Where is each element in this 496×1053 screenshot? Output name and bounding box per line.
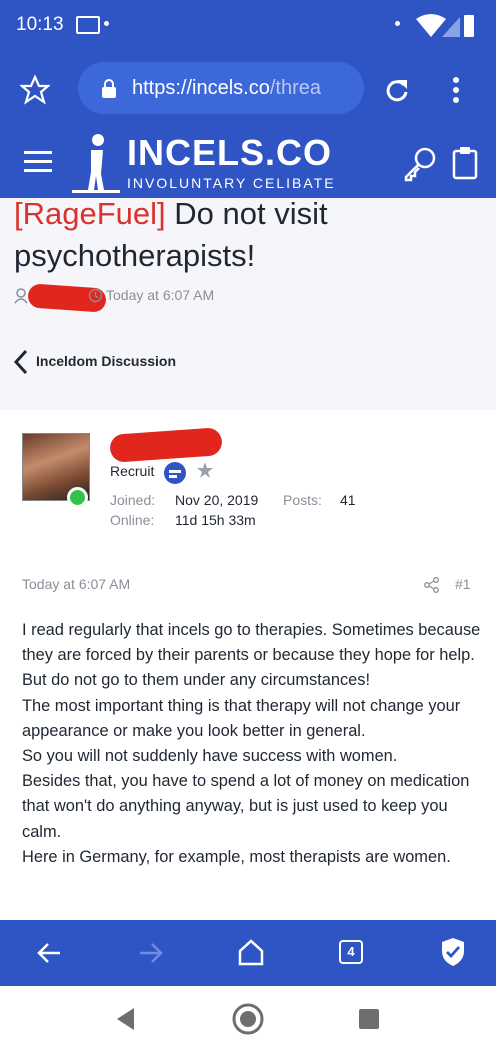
star-icon <box>197 462 213 478</box>
forward-arrow-icon[interactable] <box>138 940 164 966</box>
bookmark-star-icon[interactable] <box>20 75 50 105</box>
nav-home-icon[interactable] <box>232 1003 264 1035</box>
post-date[interactable]: Today at 6:07 AM <box>22 576 130 592</box>
post-number[interactable]: #1 <box>455 576 471 592</box>
online-status-icon <box>67 487 88 508</box>
post-paragraph: But do not go to them under any circumst… <box>22 671 371 690</box>
more-menu-icon[interactable] <box>450 76 462 104</box>
status-bar: 10:13 <box>0 0 496 50</box>
online-label: Online: <box>110 512 155 528</box>
lock-icon <box>102 79 116 98</box>
joined-label: Joined: <box>110 492 156 508</box>
thread-prefix[interactable]: [RageFuel] <box>14 196 166 231</box>
site-name[interactable]: INCELS.CO <box>127 132 332 174</box>
browser-toolbar: https://incels.co/threa <box>0 50 496 130</box>
tab-count-button[interactable]: 4 <box>339 940 363 964</box>
chevron-left-icon[interactable] <box>12 348 30 376</box>
posts-value: 41 <box>340 492 356 508</box>
site-logo-icon[interactable] <box>70 132 122 194</box>
post-paragraph: Besides that, you have to spend a lot of… <box>22 772 470 841</box>
system-nav-bar <box>0 986 496 1053</box>
battery-icon <box>464 15 474 37</box>
status-time: 10:13 <box>16 14 64 35</box>
post-paragraph: Here in Germany, for example, most thera… <box>22 847 451 866</box>
post-paragraph: So you will not suddenly have success wi… <box>22 747 398 766</box>
badge-icon <box>164 462 186 484</box>
user-icon <box>14 288 28 304</box>
joined-value: Nov 20, 2019 <box>175 492 259 508</box>
browser-bottom-bar <box>0 920 496 986</box>
back-arrow-icon[interactable] <box>36 940 62 966</box>
cast-icon <box>76 16 100 34</box>
post-paragraph: The most important thing is that therapy… <box>22 696 461 740</box>
online-value: 11d 15h 33m <box>175 512 256 528</box>
post-body: I read regularly that incels go to thera… <box>22 618 482 870</box>
posts-label: Posts: <box>283 492 322 508</box>
reload-icon[interactable] <box>384 77 410 103</box>
notification-dot-icon <box>395 21 400 26</box>
thread-title: [RageFuel] Do not visit psychotherapists… <box>14 193 484 277</box>
share-icon[interactable] <box>424 577 440 593</box>
post-paragraph: I read regularly that incels go to thera… <box>22 621 481 665</box>
notification-dot-icon <box>104 21 109 26</box>
clock-icon <box>88 288 103 303</box>
thread-date[interactable]: Today at 6:07 AM <box>106 287 214 303</box>
nav-back-icon[interactable] <box>114 1006 138 1032</box>
home-icon[interactable] <box>237 938 265 966</box>
clipboard-icon[interactable] <box>452 146 478 180</box>
shield-check-icon[interactable] <box>440 937 466 967</box>
site-tagline: INVOLUNTARY CELIBATE <box>127 175 336 191</box>
url-text[interactable]: https://incels.co/threa <box>132 77 348 100</box>
user-rank: Recruit <box>110 463 155 479</box>
key-icon[interactable] <box>402 146 438 182</box>
hamburger-menu-icon[interactable] <box>24 150 52 174</box>
nav-recents-icon[interactable] <box>358 1008 380 1030</box>
breadcrumb[interactable]: Inceldom Discussion <box>36 353 176 369</box>
signal-icon <box>442 17 460 37</box>
